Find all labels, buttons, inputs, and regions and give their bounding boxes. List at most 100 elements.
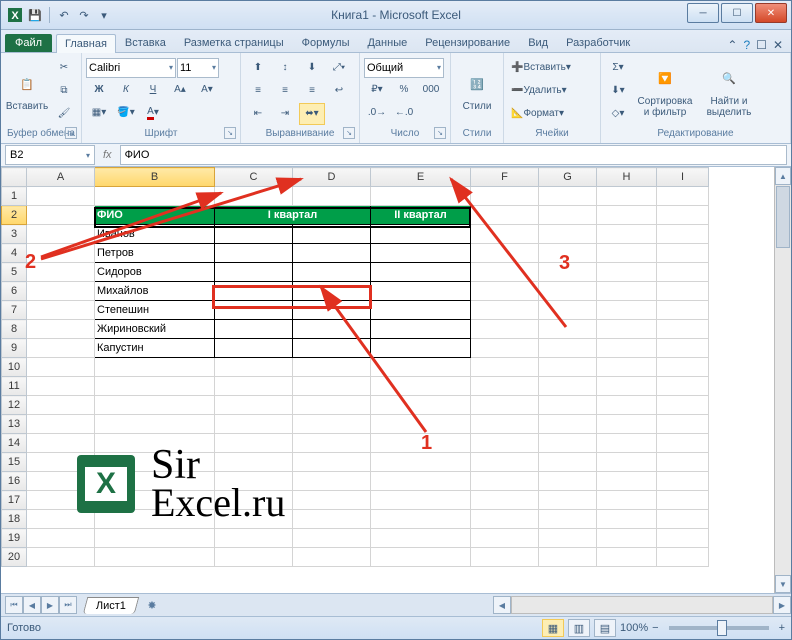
cell-I18[interactable] bbox=[657, 510, 709, 529]
cell-F4[interactable] bbox=[471, 244, 539, 263]
cell-E20[interactable] bbox=[371, 548, 471, 567]
cell-I5[interactable] bbox=[657, 263, 709, 282]
cell-D18[interactable] bbox=[293, 510, 371, 529]
maximize-button[interactable]: ☐ bbox=[721, 3, 753, 23]
cell-I15[interactable] bbox=[657, 453, 709, 472]
row-header-2[interactable]: 2 bbox=[2, 206, 27, 225]
tab-first-icon[interactable]: ⏮ bbox=[5, 596, 23, 614]
decrease-decimal-icon[interactable]: ←.0 bbox=[391, 102, 417, 124]
font-name-combo[interactable]: Calibri▾ bbox=[86, 58, 176, 78]
find-select-button[interactable]: 🔍 Найти и выделить bbox=[699, 60, 759, 122]
tab-review[interactable]: Рецензирование bbox=[416, 33, 519, 52]
cell-F1[interactable] bbox=[471, 187, 539, 206]
cell-G10[interactable] bbox=[539, 358, 597, 377]
tab-insert[interactable]: Вставка bbox=[116, 33, 175, 52]
cell-E8[interactable] bbox=[371, 320, 471, 339]
window-close-icon[interactable]: ✕ bbox=[773, 38, 783, 52]
cell-A1[interactable] bbox=[27, 187, 95, 206]
view-page-layout-icon[interactable]: ▥ bbox=[568, 619, 590, 637]
row-header-1[interactable]: 1 bbox=[2, 187, 27, 206]
cell-E5[interactable] bbox=[371, 263, 471, 282]
cell-G20[interactable] bbox=[539, 548, 597, 567]
row-header-3[interactable]: 3 bbox=[2, 225, 27, 244]
decrease-indent-icon[interactable]: ⇤ bbox=[245, 103, 271, 125]
cell-E6[interactable] bbox=[371, 282, 471, 301]
tab-last-icon[interactable]: ⏭ bbox=[59, 596, 77, 614]
cell-C12[interactable] bbox=[215, 396, 293, 415]
cell-F6[interactable] bbox=[471, 282, 539, 301]
row-header-11[interactable]: 11 bbox=[2, 377, 27, 396]
cell-G16[interactable] bbox=[539, 472, 597, 491]
cell-C11[interactable] bbox=[215, 377, 293, 396]
cell-E9[interactable] bbox=[371, 339, 471, 358]
align-bottom-icon[interactable]: ⬇ bbox=[299, 57, 325, 79]
cell-B14[interactable] bbox=[95, 434, 215, 453]
minimize-button[interactable]: ─ bbox=[687, 3, 719, 23]
underline-button[interactable]: Ч bbox=[140, 79, 166, 101]
cell-H10[interactable] bbox=[597, 358, 657, 377]
cell-E16[interactable] bbox=[371, 472, 471, 491]
row-header-12[interactable]: 12 bbox=[2, 396, 27, 415]
cell-C20[interactable] bbox=[215, 548, 293, 567]
cell-C7[interactable] bbox=[215, 301, 293, 320]
row-header-5[interactable]: 5 bbox=[2, 263, 27, 282]
cell-I10[interactable] bbox=[657, 358, 709, 377]
cell-E10[interactable] bbox=[371, 358, 471, 377]
cell-D16[interactable] bbox=[293, 472, 371, 491]
cell-B9[interactable]: Капустин bbox=[95, 339, 215, 358]
column-header-G[interactable]: G bbox=[539, 168, 597, 187]
cell-F19[interactable] bbox=[471, 529, 539, 548]
cell-D9[interactable] bbox=[293, 339, 371, 358]
cell-B7[interactable]: Степешин bbox=[95, 301, 215, 320]
align-right-icon[interactable]: ≡ bbox=[299, 80, 325, 102]
cell-C17[interactable] bbox=[215, 491, 293, 510]
view-normal-icon[interactable]: ▦ bbox=[542, 619, 564, 637]
tab-prev-icon[interactable]: ◀ bbox=[23, 596, 41, 614]
cell-D7[interactable] bbox=[293, 301, 371, 320]
cell-A7[interactable] bbox=[27, 301, 95, 320]
window-restore-icon[interactable]: ☐ bbox=[756, 38, 767, 52]
cell-H8[interactable] bbox=[597, 320, 657, 339]
tab-formulas[interactable]: Формулы bbox=[293, 33, 359, 52]
column-header-H[interactable]: H bbox=[597, 168, 657, 187]
cell-D8[interactable] bbox=[293, 320, 371, 339]
cell-F9[interactable] bbox=[471, 339, 539, 358]
column-header-C[interactable]: C bbox=[215, 168, 293, 187]
cell-I16[interactable] bbox=[657, 472, 709, 491]
number-launcher-icon[interactable]: ↘ bbox=[434, 127, 446, 139]
cell-A4[interactable] bbox=[27, 244, 95, 263]
cell-H17[interactable] bbox=[597, 491, 657, 510]
cell-E12[interactable] bbox=[371, 396, 471, 415]
cell-G19[interactable] bbox=[539, 529, 597, 548]
zoom-level[interactable]: 100% bbox=[620, 622, 648, 634]
cell-I9[interactable] bbox=[657, 339, 709, 358]
cell-A14[interactable] bbox=[27, 434, 95, 453]
cell-F18[interactable] bbox=[471, 510, 539, 529]
cell-H6[interactable] bbox=[597, 282, 657, 301]
format-cells-button[interactable]: 📐 Формат ▾ bbox=[508, 103, 596, 125]
zoom-in-button[interactable]: + bbox=[779, 622, 785, 634]
cell-G5[interactable] bbox=[539, 263, 597, 282]
cell-G3[interactable] bbox=[539, 225, 597, 244]
cell-D20[interactable] bbox=[293, 548, 371, 567]
tab-home[interactable]: Главная bbox=[56, 34, 116, 53]
cell-I13[interactable] bbox=[657, 415, 709, 434]
cell-D1[interactable] bbox=[293, 187, 371, 206]
tab-view[interactable]: Вид bbox=[519, 33, 557, 52]
minimize-ribbon-icon[interactable]: ⌃ bbox=[727, 38, 737, 52]
cell-B2[interactable]: ФИО bbox=[95, 206, 215, 225]
cell-I17[interactable] bbox=[657, 491, 709, 510]
column-header-B[interactable]: B bbox=[95, 168, 215, 187]
cell-E7[interactable] bbox=[371, 301, 471, 320]
cell-A5[interactable] bbox=[27, 263, 95, 282]
cell-G12[interactable] bbox=[539, 396, 597, 415]
cell-A2[interactable] bbox=[27, 206, 95, 225]
cell-B17[interactable] bbox=[95, 491, 215, 510]
cell-H11[interactable] bbox=[597, 377, 657, 396]
undo-icon[interactable]: ↶ bbox=[56, 7, 72, 23]
cell-G17[interactable] bbox=[539, 491, 597, 510]
cell-B6[interactable]: Михайлов bbox=[95, 282, 215, 301]
cell-I6[interactable] bbox=[657, 282, 709, 301]
clipboard-launcher-icon[interactable]: ↘ bbox=[65, 127, 77, 139]
name-box[interactable]: B2▾ bbox=[5, 145, 95, 165]
